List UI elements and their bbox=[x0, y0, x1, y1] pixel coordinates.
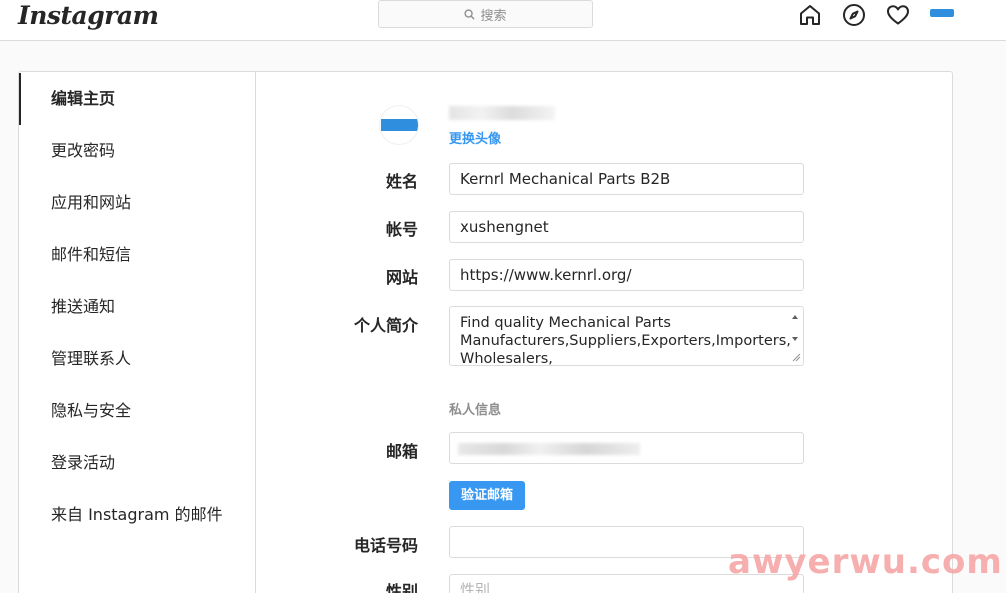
username-label: 帐号 bbox=[385, 220, 418, 239]
username-input[interactable]: xushengnet bbox=[449, 211, 804, 243]
heart-icon[interactable] bbox=[886, 3, 910, 27]
bio-scrollbar[interactable] bbox=[789, 311, 801, 363]
sidebar-item-change-password[interactable]: 更改密码 bbox=[19, 125, 255, 177]
gender-placeholder: 性别 bbox=[460, 581, 491, 593]
explore-compass-icon[interactable] bbox=[842, 3, 866, 27]
verify-email-button[interactable]: 验证邮箱 bbox=[449, 481, 525, 510]
phone-label: 电话号码 bbox=[353, 536, 418, 555]
edit-profile-form: 更换头像 姓名 Kernrl Mechanical Parts B2B 帐号 x… bbox=[256, 72, 952, 593]
email-input[interactable] bbox=[449, 432, 804, 464]
settings-sidebar: 编辑主页 更改密码 应用和网站 邮件和短信 推送通知 管理联系人 隐私与安全 登… bbox=[19, 72, 256, 593]
settings-panel: 编辑主页 更改密码 应用和网站 邮件和短信 推送通知 管理联系人 隐私与安全 登… bbox=[18, 71, 953, 593]
username-blurred bbox=[449, 106, 555, 120]
website-label: 网站 bbox=[385, 268, 418, 287]
profile-photo[interactable] bbox=[379, 105, 419, 145]
home-icon[interactable] bbox=[798, 3, 822, 27]
avatar-redaction bbox=[381, 119, 418, 131]
search-placeholder: 搜索 bbox=[480, 8, 507, 24]
search-icon bbox=[464, 8, 476, 20]
instagram-logo[interactable]: Instagram bbox=[18, 0, 159, 32]
website-input[interactable]: https://www.kernrl.org/ bbox=[449, 259, 804, 291]
bio-textarea[interactable]: Find quality Mechanical Parts Manufactur… bbox=[449, 306, 804, 366]
sidebar-item-privacy-security[interactable]: 隐私与安全 bbox=[19, 385, 255, 437]
name-label: 姓名 bbox=[385, 172, 418, 191]
sidebar-item-push-notifications[interactable]: 推送通知 bbox=[19, 281, 255, 333]
name-input[interactable]: Kernrl Mechanical Parts B2B bbox=[449, 163, 804, 195]
profile-avatar-icon[interactable] bbox=[930, 9, 954, 17]
gender-label: 性别 bbox=[385, 582, 418, 593]
change-photo-link[interactable]: 更换头像 bbox=[449, 128, 501, 147]
email-label: 邮箱 bbox=[385, 442, 418, 461]
private-info-heading: 私人信息 bbox=[449, 403, 502, 418]
sidebar-item-edit-profile[interactable]: 编辑主页 bbox=[19, 73, 255, 125]
bio-label: 个人简介 bbox=[353, 316, 418, 335]
search-input[interactable]: 搜索 bbox=[378, 0, 593, 28]
site-watermark: awyerwu.com bbox=[728, 542, 1003, 582]
sidebar-item-manage-contacts[interactable]: 管理联系人 bbox=[19, 333, 255, 385]
sidebar-item-apps-websites[interactable]: 应用和网站 bbox=[19, 177, 255, 229]
top-navigation-bar: Instagram 搜索 bbox=[0, 0, 1006, 41]
sidebar-item-login-activity[interactable]: 登录活动 bbox=[19, 437, 255, 489]
bio-text: Find quality Mechanical Parts Manufactur… bbox=[460, 315, 791, 366]
email-blurred bbox=[458, 443, 640, 455]
sidebar-item-email-sms[interactable]: 邮件和短信 bbox=[19, 229, 255, 281]
sidebar-item-emails-from-instagram[interactable]: 来自 Instagram 的邮件 bbox=[19, 489, 255, 541]
